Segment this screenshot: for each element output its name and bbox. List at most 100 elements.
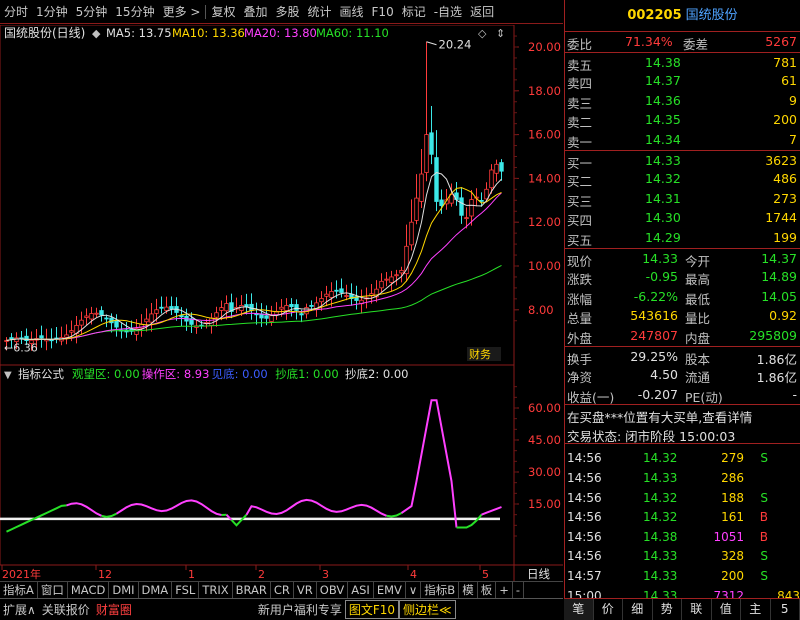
toolbar-btn-7[interactable]: 多股 [271, 0, 303, 24]
quote-tab-3[interactable]: 势 [653, 599, 682, 620]
toolbar-btn-11[interactable]: 标记 [398, 0, 430, 24]
toolbar-btn-0[interactable]: 分时 [0, 0, 32, 24]
candle-body [64, 334, 69, 338]
kline-chart-area[interactable]: 国统股份(日线) ◆ MA5: 13.75 MA10: 13.36 MA20: 13.8… [0, 25, 563, 581]
indicator-tab-17[interactable]: + [496, 582, 513, 598]
tick-row: 14:56 14.38 1051 B [565, 528, 800, 548]
tick-direction: B [759, 529, 768, 544]
candle-body [279, 306, 284, 310]
toolbar-btn-5[interactable]: 复权 [207, 0, 239, 24]
toolbar-btn-9[interactable]: 画线 [336, 0, 368, 24]
trade-state-row: 交易状态: 闭市阶段 15:00:03 [565, 424, 800, 444]
candle-body [164, 306, 169, 311]
xaxis-label: 12 [98, 568, 112, 581]
stat2-row: 净资 4.50 流通 1.86亿 [565, 365, 800, 385]
ask-price: 14.34 [645, 131, 681, 147]
indicator-tab-8[interactable]: CR [271, 582, 294, 598]
indicator-tab-5[interactable]: FSL [172, 582, 200, 598]
indicator-tab-0[interactable]: 指标A [0, 582, 38, 598]
quote-tab-1[interactable]: 价 [594, 599, 623, 620]
candle-body [419, 173, 424, 202]
indicator-tab-1[interactable]: 窗口 [38, 582, 68, 598]
quote-tab-0[interactable]: 笔 [564, 599, 594, 620]
candle-body [399, 269, 404, 274]
indicator-tab-11[interactable]: ASI [348, 582, 374, 598]
toolbar-btn-13[interactable]: 返回 [466, 0, 498, 24]
ma60-line [6, 264, 502, 341]
tick-row: 14:56 14.32 279 S [565, 449, 800, 469]
low-label: ←6.36 [4, 342, 38, 355]
quote-tab-6[interactable]: 主 [741, 599, 771, 620]
stat-value: 247807 [630, 327, 678, 343]
indicator-tab-13[interactable]: ∨ [406, 582, 422, 598]
tick-direction: B [759, 510, 768, 525]
tick-volume: 161 [721, 510, 744, 525]
tick-time: 14:56 [567, 510, 602, 525]
quote-tab-4[interactable]: 联 [682, 599, 712, 620]
stat-label: 涨跌 [567, 272, 593, 288]
toolbar-btn-4[interactable]: 更多 > [159, 0, 205, 24]
candle-body [144, 318, 149, 323]
stat2-row: 收益(一) -0.207 PE(动) - [565, 385, 800, 405]
xaxis-label: 2 [258, 568, 265, 581]
indicator-tab-7[interactable]: BRAR [233, 582, 271, 598]
candle-body [149, 313, 154, 323]
chevron-down-icon[interactable]: ◆ [92, 27, 101, 40]
indicator-tick-label: 15.00 [528, 497, 561, 511]
indicator-tab-9[interactable]: VR [294, 582, 317, 598]
status-item-0[interactable]: 扩展∧ [0, 601, 39, 618]
indicator-tab-2[interactable]: MACD [68, 582, 110, 598]
status-bar: 扩展∧ 关联报价 财富圈 新用户福利专享 图文F10 侧边栏≪ [0, 598, 563, 620]
candle-body [99, 310, 104, 316]
tick-volume: 279 [721, 451, 744, 466]
status-item-5[interactable]: 侧边栏≪ [399, 600, 456, 619]
candle-body [224, 303, 229, 312]
price-tick-label: 20.00 [528, 40, 561, 54]
toolbar-btn-2[interactable]: 5分钟 [72, 0, 112, 24]
quote-bottom-tabs: 笔价细势联值主5 [564, 598, 800, 620]
stat-value: -6.22% [633, 288, 678, 304]
trade-state: 交易状态: 闭市阶段 15:00:03 [567, 428, 736, 444]
period-label[interactable]: 日线 [527, 567, 550, 581]
toolbar-btn-10[interactable]: F10 [368, 0, 398, 24]
indicator-tab-14[interactable]: 指标B [421, 582, 460, 598]
up-arrow-icon[interactable]: ⇕ [496, 27, 505, 40]
finance-badge-label[interactable]: 财务 [469, 347, 491, 361]
indicator-tab-18[interactable]: - [513, 582, 524, 598]
indicator-tab-12[interactable]: EMV [374, 582, 406, 598]
indicator-tab-3[interactable]: DMI [109, 582, 139, 598]
status-item-2[interactable]: 财富圈 [93, 601, 135, 618]
status-item-1[interactable]: 关联报价 [39, 601, 93, 618]
candle-body [159, 306, 164, 309]
quote-title: 002205 国统股份 [565, 0, 800, 32]
candle-body [244, 304, 249, 308]
ask-row: 卖五 14.38 781 [565, 51, 800, 73]
triangle-down-icon[interactable]: ▼ [4, 370, 12, 381]
toolbar-btn-8[interactable]: 统计 [304, 0, 336, 24]
candle-body [249, 303, 254, 311]
indicator-tab-15[interactable]: 模 [459, 582, 478, 598]
quote-tab-7[interactable]: 5 [771, 599, 800, 620]
diamond-icon[interactable]: ◇ [478, 27, 487, 40]
indicator-tab-10[interactable]: OBV [317, 582, 349, 598]
indicator-tab-16[interactable]: 板 [478, 582, 497, 598]
indicator-curve-segment [245, 498, 387, 517]
quote-tab-2[interactable]: 细 [623, 599, 653, 620]
toolbar-btn-1[interactable]: 1分钟 [32, 0, 72, 24]
status-item-4[interactable]: 图文F10 [344, 600, 400, 619]
quote-tab-5[interactable]: 值 [712, 599, 741, 620]
candle-body [344, 295, 349, 297]
ask-label: 卖四 [567, 76, 593, 92]
toolbar-btn-3[interactable]: 15分钟 [111, 0, 158, 24]
indicator-tab-6[interactable]: TRIX [199, 582, 233, 598]
toolbar-btn-6[interactable]: 叠加 [239, 0, 271, 24]
indicator-curve-segment [101, 512, 117, 518]
notice-row[interactable]: 在买盘***位置有大买单,查看详情 [565, 404, 800, 425]
xaxis-label: 1 [188, 568, 195, 581]
tick-row: 14:56 14.32 188 S [565, 489, 800, 509]
candle-body [114, 319, 119, 328]
status-item-3[interactable]: 新用户福利专享 [255, 601, 345, 618]
toolbar-btn-12[interactable]: -自选 [430, 0, 466, 24]
indicator-tab-4[interactable]: DMA [139, 582, 173, 598]
ma20-line [6, 192, 502, 341]
